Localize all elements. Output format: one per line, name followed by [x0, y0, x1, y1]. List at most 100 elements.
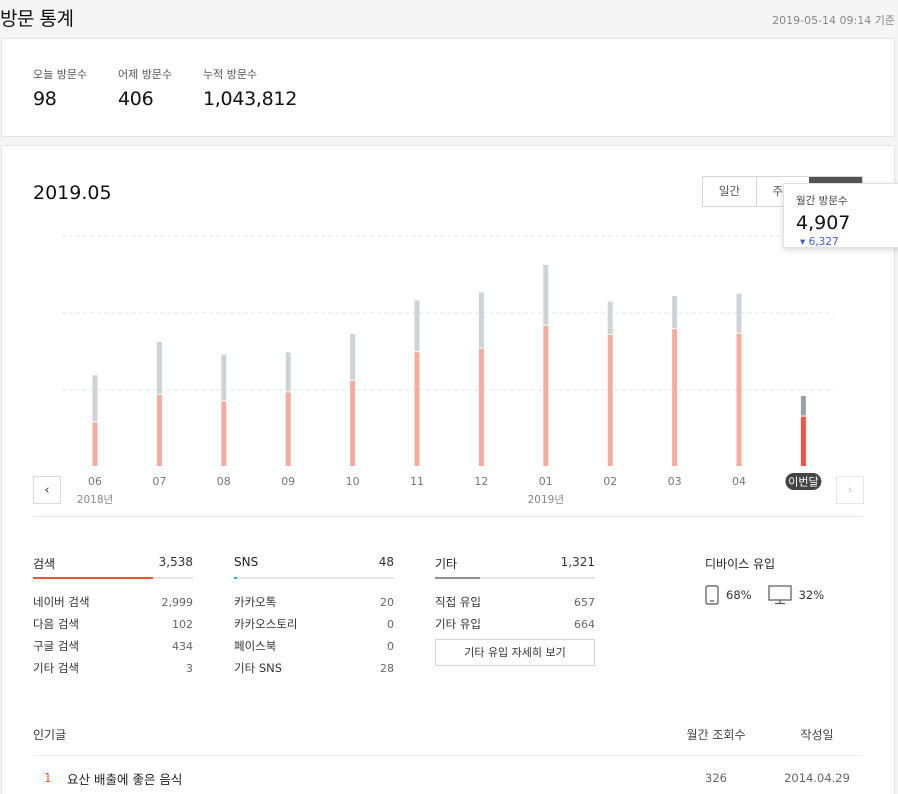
post-views: 326	[705, 771, 727, 785]
monthly-visits-chart: 06 07 08 09 10 11 12 01 02 03 04 이번달 2018년 2019년	[62, 235, 833, 506]
etc-detail-button[interactable]: 기타 유입 자세히 보기	[435, 639, 595, 666]
list-item: 기타 검색 3	[33, 657, 193, 679]
stat-label: 누적 방문수	[203, 68, 258, 81]
bar-base-segment	[800, 416, 806, 466]
tick-label: 07	[152, 475, 166, 488]
category-bar-fill	[435, 577, 480, 579]
year-label: 2018년	[77, 494, 113, 506]
chevron-left-icon: ‹	[44, 482, 50, 498]
category-count: 1,321	[560, 555, 595, 569]
chart-prev-button[interactable]: ‹	[33, 476, 61, 504]
stat-label: 오늘 방문수	[33, 68, 88, 81]
pc-percent: 32%	[798, 588, 825, 602]
item-label: 카카오톡	[234, 595, 277, 609]
list-item: 기타 유입 664	[435, 613, 595, 635]
item-value: 2,999	[161, 595, 194, 609]
list-item: 네이버 검색 2,999	[33, 591, 193, 613]
bar-top-segment	[736, 293, 742, 333]
popular-posts: 인기글 월간 조회수 작성일 1 요산 배출에 좋은 음식 326 2014.0…	[33, 726, 863, 794]
bar-top-segment	[350, 333, 356, 380]
category-bar-fill	[33, 577, 153, 579]
device-pc: 32%	[767, 585, 825, 605]
bar-top-segment	[478, 292, 484, 348]
tick-label: 10	[346, 475, 360, 488]
bar-top-segment	[92, 375, 98, 422]
tooltip-value: 4,907	[796, 212, 851, 234]
item-value: 0	[387, 617, 394, 631]
tick-label: 12	[474, 475, 488, 488]
stat-yesterday: 어제 방문수 406	[118, 66, 172, 110]
bar-base-segment	[478, 348, 484, 466]
category-bar	[435, 577, 595, 579]
stat-value: 98	[33, 88, 57, 110]
year-label: 2019년	[528, 494, 564, 506]
post-date: 2014.04.29	[784, 771, 850, 785]
tick-label: 08	[217, 475, 231, 488]
mobile-percent: 68%	[726, 588, 752, 602]
category-count: 48	[378, 555, 394, 569]
category-bar-fill	[234, 577, 238, 579]
bar-top-segment	[156, 341, 162, 394]
bar-top-segment	[285, 352, 291, 392]
item-label: 구글 검색	[33, 639, 79, 653]
tick-label: 11	[410, 475, 424, 488]
item-label: 기타 유입	[435, 617, 481, 631]
col-created-date: 작성일	[800, 728, 834, 742]
device-inflow: 디바이스 유입 68% 32%	[705, 555, 840, 605]
stat-value: 1,043,812	[203, 88, 297, 110]
bar-base-segment	[736, 333, 742, 466]
triangle-down-icon: ▾	[800, 236, 806, 248]
page-title: 방문 통계	[0, 8, 74, 30]
category-bar	[234, 577, 394, 579]
item-value: 102	[172, 617, 193, 631]
item-value: 0	[387, 639, 394, 653]
bar-base-segment	[672, 329, 678, 466]
item-label: 다음 검색	[33, 617, 79, 631]
timestamp: 2019-05-14 09:14 기준	[772, 14, 895, 27]
category-sns: SNS 48 카카오톡 20 카카오스토리 0 페이스북 0 기타 SNS 28	[234, 555, 394, 679]
category-bar	[33, 577, 193, 579]
list-item: 다음 검색 102	[33, 613, 193, 635]
monitor-icon	[767, 585, 792, 605]
stat-value: 406	[118, 88, 154, 110]
category-name: 검색	[33, 557, 56, 571]
tick-label: 03	[668, 475, 682, 488]
chart-tooltip: 월간 방문수 4,907 ▾ 6,327	[783, 183, 898, 248]
bar-base-segment	[92, 422, 98, 466]
table-row[interactable]: 1 요산 배출에 좋은 음식 326 2014.04.29	[33, 756, 863, 794]
chevron-right-icon: ›	[847, 482, 853, 498]
item-label: 카카오스토리	[234, 617, 298, 631]
chart-next-button[interactable]: ›	[836, 476, 864, 504]
bar-top-segment	[414, 300, 420, 352]
item-value: 657	[574, 595, 595, 609]
tick-label: 09	[281, 475, 295, 488]
category-name: SNS	[234, 555, 259, 569]
bar-top-segment	[672, 295, 678, 329]
list-item: 카카오톡 20	[234, 591, 394, 613]
bar-top-segment	[607, 301, 613, 334]
category-name: 기타	[435, 557, 458, 571]
category-etc: 기타 1,321 직접 유입 657 기타 유입 664 기타 유입 자세히 보기	[435, 555, 595, 666]
bar-top-segment	[800, 396, 806, 416]
item-value: 20	[380, 595, 394, 609]
device-mobile: 68%	[705, 585, 752, 605]
item-label: 직접 유입	[435, 595, 481, 609]
item-label: 페이스북	[234, 639, 277, 653]
item-label: 네이버 검색	[33, 595, 90, 609]
summary-card: 오늘 방문수 98 어제 방문수 406 누적 방문수 1,043,812	[1, 38, 895, 137]
bar-base-segment	[350, 380, 356, 466]
col-monthly-views: 월간 조회수	[686, 728, 746, 742]
tooltip-label: 월간 방문수	[796, 195, 848, 207]
post-title-link[interactable]: 요산 배출에 좋은 음식	[67, 769, 661, 788]
stat-total: 누적 방문수 1,043,812	[203, 66, 297, 110]
tick-label: 06	[88, 475, 102, 488]
bar-base-segment	[543, 325, 549, 466]
stats-card: 2019.05 일간 주간 월간 0607080910111201020304이…	[1, 145, 895, 794]
list-item: 구글 검색 434	[33, 635, 193, 657]
item-label: 기타 검색	[33, 661, 79, 675]
item-value: 28	[380, 661, 394, 675]
divider	[33, 516, 863, 517]
tooltip-previous-value: 6,327	[808, 236, 839, 248]
stat-label: 어제 방문수	[118, 68, 173, 81]
bar-top-segment	[543, 264, 549, 325]
